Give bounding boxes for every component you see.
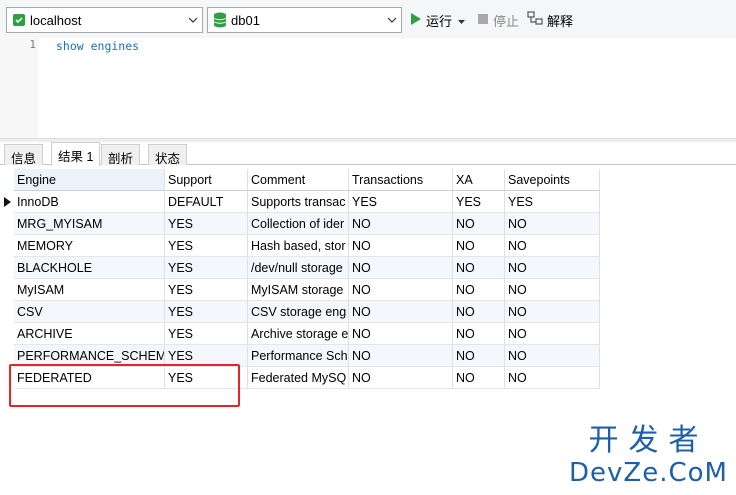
cell-comment[interactable]: Archive storage e: [248, 323, 349, 345]
cell-engine[interactable]: ARCHIVE: [14, 323, 165, 345]
tab-result-1[interactable]: 结果 1: [51, 142, 101, 166]
column-header-xa[interactable]: XA: [453, 169, 505, 191]
column-header-engine[interactable]: Engine: [14, 169, 165, 191]
cell-xa[interactable]: NO: [453, 279, 505, 301]
cell-engine[interactable]: MEMORY: [14, 235, 165, 257]
table-row[interactable]: CSV YES CSV storage eng NO NO NO: [0, 301, 600, 323]
column-header-transactions[interactable]: Transactions: [349, 169, 453, 191]
stop-button[interactable]: 停止: [477, 9, 519, 31]
cell-engine[interactable]: BLACKHOLE: [14, 257, 165, 279]
cell-comment[interactable]: Supports transac: [248, 191, 349, 213]
cell-support[interactable]: YES: [165, 235, 248, 257]
current-row-indicator-icon: [4, 191, 14, 213]
run-label: 运行: [426, 13, 453, 29]
table-row[interactable]: BLACKHOLE YES/dev/null storage NO NO NO: [0, 257, 600, 279]
cell-comment[interactable]: Collection of ider: [248, 213, 349, 235]
cell-savepoints[interactable]: NO: [505, 213, 600, 235]
cell-comment[interactable]: CSV storage eng: [248, 301, 349, 323]
explain-button[interactable]: 解释: [527, 9, 573, 31]
cell-savepoints[interactable]: NO: [505, 257, 600, 279]
table-row[interactable]: InnoDB DEFAULT Supports transac YES YES YES: [0, 191, 600, 213]
connection-value: localhost: [30, 12, 82, 28]
cell-support[interactable]: YES: [165, 323, 248, 345]
tab-info[interactable]: 信息: [4, 144, 44, 166]
cell-engine[interactable]: MRG_MYISAM: [14, 213, 165, 235]
sql-text[interactable]: show engines: [56, 39, 139, 53]
cell-comment[interactable]: Federated MySQ: [248, 367, 349, 389]
cell-transactions[interactable]: YES: [349, 191, 453, 213]
cell-transactions[interactable]: NO: [349, 323, 453, 345]
cell-savepoints[interactable]: NO: [505, 367, 600, 389]
connection-icon: [12, 13, 26, 27]
cell-savepoints[interactable]: YES: [505, 191, 600, 213]
column-header-support[interactable]: Support: [165, 169, 248, 191]
sql-editor[interactable]: 1 show engines: [0, 38, 736, 138]
cell-support[interactable]: YES: [165, 257, 248, 279]
database-icon: [213, 12, 227, 28]
cell-transactions[interactable]: NO: [349, 213, 453, 235]
tab-status[interactable]: 状态: [148, 144, 188, 166]
cell-support[interactable]: YES: [165, 301, 248, 323]
cell-comment[interactable]: Hash based, stor: [248, 235, 349, 257]
cell-comment[interactable]: MyISAM storage: [248, 279, 349, 301]
column-header-comment[interactable]: Comment: [248, 169, 349, 191]
stop-icon: [477, 13, 489, 28]
cell-engine[interactable]: InnoDB: [14, 191, 165, 213]
watermark-line1: 开发者: [588, 423, 709, 458]
cell-savepoints[interactable]: NO: [505, 279, 600, 301]
cell-support[interactable]: YES: [165, 213, 248, 235]
cell-savepoints[interactable]: NO: [505, 345, 600, 367]
line-gutter: 1: [0, 38, 38, 138]
table-row[interactable]: ARCHIVE YES Archive storage e NO NO NO: [0, 323, 600, 345]
cell-support[interactable]: DEFAULT: [165, 191, 248, 213]
header-row: Engine Support Comment Transactions XA S…: [0, 169, 600, 191]
table-row[interactable]: MEMORY YES Hash based, stor NO NO NO: [0, 235, 600, 257]
cell-transactions[interactable]: NO: [349, 279, 453, 301]
caret-down-icon[interactable]: [458, 13, 466, 28]
chevron-down-icon[interactable]: [383, 8, 401, 32]
cell-transactions[interactable]: NO: [349, 257, 453, 279]
cell-support[interactable]: YES: [165, 279, 248, 301]
cell-xa[interactable]: YES: [453, 191, 505, 213]
cell-xa[interactable]: NO: [453, 323, 505, 345]
cell-xa[interactable]: NO: [453, 235, 505, 257]
cell-xa[interactable]: NO: [453, 301, 505, 323]
explain-icon: [527, 10, 543, 30]
run-button[interactable]: 运行: [410, 9, 466, 31]
table-row[interactable]: MyISAM YES MyISAM storage NO NO NO: [0, 279, 600, 301]
cell-xa[interactable]: NO: [453, 257, 505, 279]
connection-select[interactable]: localhost: [6, 7, 203, 33]
database-select[interactable]: db01: [207, 7, 402, 33]
cell-engine[interactable]: MyISAM: [14, 279, 165, 301]
play-icon: [410, 12, 422, 29]
cell-xa[interactable]: NO: [453, 213, 505, 235]
database-value: db01: [231, 12, 260, 28]
cell-engine[interactable]: CSV: [14, 301, 165, 323]
table-row[interactable]: MRG_MYISAM YES Collection of ider NO NO NO: [0, 213, 600, 235]
chevron-down-icon[interactable]: [184, 8, 202, 32]
cell-xa[interactable]: NO: [453, 345, 505, 367]
cell-comment[interactable]: Performance Sch: [248, 345, 349, 367]
watermark: 开发者 DevZe.CoM: [569, 423, 728, 489]
cell-savepoints[interactable]: NO: [505, 323, 600, 345]
cell-transactions[interactable]: NO: [349, 345, 453, 367]
cell-transactions[interactable]: NO: [349, 301, 453, 323]
cell-savepoints[interactable]: NO: [505, 235, 600, 257]
explain-label: 解释: [547, 13, 574, 29]
cell-transactions[interactable]: NO: [349, 367, 453, 389]
highlight-box: [9, 364, 240, 407]
stop-label: 停止: [493, 13, 520, 29]
cell-transactions[interactable]: NO: [349, 235, 453, 257]
cell-savepoints[interactable]: NO: [505, 301, 600, 323]
tab-profile[interactable]: 剖析: [101, 144, 141, 166]
toolbar: localhost db01 运行 停止 解释: [0, 0, 736, 38]
cell-xa[interactable]: NO: [453, 367, 505, 389]
column-header-savepoints[interactable]: Savepoints: [505, 169, 600, 191]
line-number: 1: [29, 38, 36, 51]
cell-comment[interactable]: /dev/null storage: [248, 257, 349, 279]
result-tabs: 信息 结果 1 剖析 状态: [0, 142, 736, 166]
watermark-line2: DevZe.CoM: [569, 458, 728, 488]
